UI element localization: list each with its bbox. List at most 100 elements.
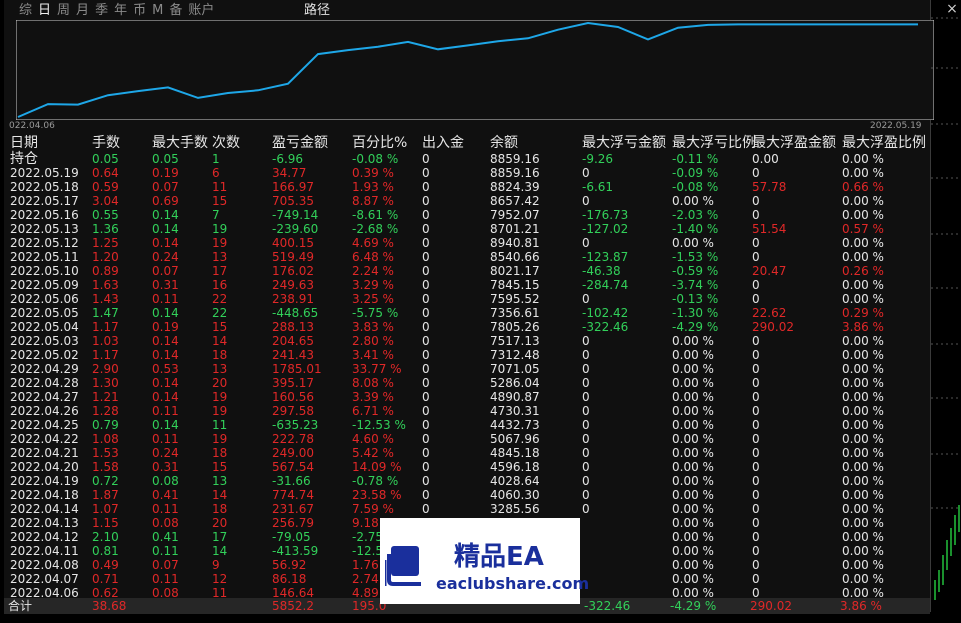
cell-mflp: 0.00 % — [672, 572, 714, 586]
cell-mfp: 57.78 — [752, 180, 787, 194]
cell-count: 16 — [212, 278, 228, 292]
cell-mfl: 0 — [582, 404, 590, 418]
cell-count: 19 — [212, 432, 228, 446]
cell-mflp: 0.00 % — [672, 544, 714, 558]
cell-io: 0 — [422, 222, 430, 236]
cell-mfpp: 0.00 % — [842, 152, 884, 166]
cell-pl: 256.79 — [272, 516, 314, 530]
table-row: 2022.05.09 1.63 0.31 16 249.63 3.29 % 0 7845.15… — [10, 278, 934, 292]
cell-count: 13 — [212, 250, 228, 264]
cell-mfpp: 0.00 % — [842, 502, 884, 516]
tab-4[interactable]: 季 — [94, 2, 109, 20]
tab-8[interactable]: 备 — [168, 2, 183, 20]
cell-mfl: -123.87 — [582, 250, 629, 264]
cell-mfl: 0 — [582, 236, 590, 250]
cell-mflp: 0.00 % — [672, 432, 714, 446]
table-row: 2022.05.13 1.36 0.14 19 -239.60 -2.68 % 0 8701.… — [10, 222, 934, 236]
header-6: 出入金 — [422, 135, 464, 151]
cell-mflp: -0.11 % — [672, 152, 719, 166]
cell-lots: 1.17 — [92, 348, 119, 362]
cell-bal: 3285.56 — [490, 502, 540, 516]
cell-mfl: 0 — [582, 474, 590, 488]
cell-mfl: -127.02 — [582, 222, 629, 236]
cell-mfp: 0 — [752, 558, 760, 572]
cell-mfpp: 0.00 % — [842, 236, 884, 250]
cell-pct: -2.68 % — [352, 222, 399, 236]
table-row: 2022.04.20 1.58 0.31 15 567.54 14.09 % 0 4596.1… — [10, 460, 934, 474]
cell-io: 0 — [422, 166, 430, 180]
cell-pl: 1785.01 — [272, 362, 322, 376]
header-4: 盈亏金额 — [272, 135, 328, 151]
chart-start-date: 022.04.06 — [9, 121, 55, 131]
cell-mfp: 0 — [752, 488, 760, 502]
cell-maxlots: 0.14 — [152, 390, 179, 404]
cell-count: 13 — [212, 362, 228, 376]
header-3: 次数 — [212, 135, 240, 151]
cell-maxlots: 0.07 — [152, 558, 179, 572]
table-row: 持仓 0.05 0.05 1 -6.96 -0.08 % 0 8859.16 -9.26 -0.1… — [10, 152, 934, 166]
cell-mfl: 0 — [582, 488, 590, 502]
tab-6[interactable]: 币 — [132, 2, 147, 20]
cell-date: 2022.04.13 — [10, 516, 79, 530]
cell-pl: 241.43 — [272, 348, 314, 362]
cell-io: 0 — [422, 488, 430, 502]
cell-lots: 1.15 — [92, 516, 119, 530]
tab-2[interactable]: 周 — [56, 2, 71, 20]
cell-pct: 6.71 % — [352, 404, 394, 418]
cell-mfpp: 0.00 % — [842, 250, 884, 264]
cell-date: 2022.05.11 — [10, 250, 79, 264]
cell-pl: 705.35 — [272, 194, 314, 208]
cell-pl: 288.13 — [272, 320, 314, 334]
cell-maxlots: 0.07 — [152, 264, 179, 278]
tab-5[interactable]: 年 — [113, 2, 128, 20]
cell-pct: 3.29 % — [352, 278, 394, 292]
cell-mflp: 0.00 % — [672, 488, 714, 502]
cell-io: 0 — [422, 264, 430, 278]
cell-date: 2022.04.21 — [10, 446, 79, 460]
tab-7[interactable]: M — [151, 2, 164, 20]
tab-3[interactable]: 月 — [75, 2, 90, 20]
cell-count: 22 — [212, 292, 228, 306]
cell-count: 14 — [212, 544, 228, 558]
report-window: 综日周月季年币 M 备账户 路径 022.04.06 2022.05.19 日期 手数… — [0, 0, 961, 623]
cell-pct: 6.48 % — [352, 250, 394, 264]
cell-pct: 33.77 % — [352, 362, 402, 376]
cell-mfl: 0 — [582, 502, 590, 516]
cell-bal: 7312.48 — [490, 348, 540, 362]
tab-0[interactable]: 综 — [18, 2, 33, 20]
cell-date: 2022.05.19 — [10, 166, 79, 180]
cell-maxlots: 0.14 — [152, 376, 179, 390]
watermark-url: eaclubshare.com — [436, 574, 590, 593]
cell-maxlots: 0.69 — [152, 194, 179, 208]
table-row: 2022.05.05 1.47 0.14 22 -448.65 -5.75 % 0 7356.… — [10, 306, 934, 320]
cell-io: 0 — [422, 208, 430, 222]
tab-9[interactable]: 账户 — [187, 2, 215, 20]
cell-maxlots: 0.31 — [152, 278, 179, 292]
cell-mfp: 0 — [752, 474, 760, 488]
cell-count: 18 — [212, 446, 228, 460]
cell-bal: 8021.17 — [490, 264, 540, 278]
table-row: 2022.05.16 0.55 0.14 7 -749.14 -8.61 % 0 7952.0… — [10, 208, 934, 222]
cell-mflp: 0.00 % — [672, 558, 714, 572]
cell-bal: 7595.52 — [490, 292, 540, 306]
cell-pct: 3.83 % — [352, 320, 394, 334]
background-price-chart — [931, 17, 961, 600]
cell-mfp: 0 — [752, 572, 760, 586]
tab-1[interactable]: 日 — [37, 2, 53, 21]
cell-maxlots: 0.11 — [152, 432, 179, 446]
cell-maxlots: 0.11 — [152, 544, 179, 558]
cell-pl: -749.14 — [272, 208, 319, 222]
cell-mfpp: 0.00 % — [842, 544, 884, 558]
cell-mfp: 0 — [752, 194, 760, 208]
cell-lots: 0.49 — [92, 558, 119, 572]
cell-date: 2022.04.20 — [10, 460, 79, 474]
cell-maxlots: 0.19 — [152, 166, 179, 180]
cell-maxlots: 0.07 — [152, 180, 179, 194]
cell-lots: 1.47 — [92, 306, 119, 320]
cell-mfp: 0 — [752, 208, 760, 222]
cell-lots: 1.20 — [92, 250, 119, 264]
cell-mfp: 0 — [752, 166, 760, 180]
cell-pct: 1.76 — [352, 558, 379, 572]
cell-pl: -635.23 — [272, 418, 319, 432]
cell-pct: 3.41 % — [352, 348, 394, 362]
